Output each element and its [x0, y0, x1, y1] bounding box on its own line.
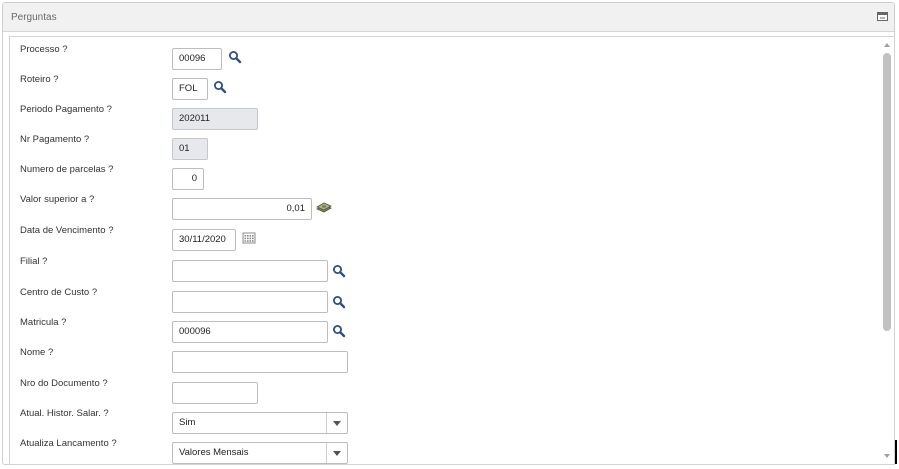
row-numero-parcelas: Numero de parcelas ? 0	[10, 164, 880, 192]
nome-label: Nome ?	[20, 347, 54, 358]
nro-documento-input[interactable]	[172, 382, 258, 404]
roteiro-label: Roteiro ?	[20, 74, 59, 85]
scroll-down-icon[interactable]	[884, 454, 890, 458]
processo-search-icon[interactable]	[228, 50, 242, 64]
roteiro-search-icon[interactable]	[213, 80, 227, 94]
row-matricula: Matricula ? 000096	[10, 317, 880, 345]
row-filial: Filial ?	[10, 256, 880, 284]
atualiza-lancamento-value: Valores Mensais	[179, 447, 249, 458]
centro-custo-search-icon[interactable]	[332, 295, 346, 309]
row-data-vencimento: Data de Vencimento ? 30/11/2020	[10, 225, 880, 253]
atual-histor-salar-value: Sim	[179, 417, 196, 428]
matricula-search-icon[interactable]	[332, 324, 346, 338]
nr-pagamento-label: Nr Pagamento ?	[20, 134, 90, 145]
row-periodo-pagamento: Periodo Pagamento ? 202011	[10, 104, 880, 132]
atualiza-lancamento-label: Atualiza Lancamento ?	[20, 438, 117, 449]
row-nr-pagamento: Nr Pagamento ? 01	[10, 134, 880, 162]
chevron-down-icon[interactable]	[326, 443, 347, 463]
atualiza-lancamento-select[interactable]: Valores Mensais	[172, 442, 348, 464]
row-valor-superior: Valor superior a ? 0,01	[10, 194, 880, 222]
processo-input[interactable]: 00096	[172, 48, 222, 70]
row-roteiro: Roteiro ? FOL	[10, 74, 880, 102]
atual-histor-salar-label: Atual. Histor. Salar. ?	[20, 408, 109, 419]
calendar-icon[interactable]	[242, 231, 256, 245]
periodo-pagamento-label: Periodo Pagamento ?	[20, 104, 112, 115]
filial-input[interactable]	[172, 260, 328, 282]
nro-documento-label: Nro do Documento ?	[20, 378, 108, 389]
atual-histor-salar-select[interactable]: Sim	[172, 412, 348, 434]
row-nome: Nome ?	[10, 347, 880, 375]
panel-header: Perguntas	[3, 3, 894, 32]
data-vencimento-input[interactable]: 30/11/2020	[172, 229, 236, 251]
matricula-label: Matricula ?	[20, 317, 67, 328]
chevron-down-icon[interactable]	[326, 413, 347, 433]
scroll-up-icon[interactable]	[884, 43, 890, 47]
perguntas-panel: Perguntas Processo ? 00096 Roteiro ? FOL	[2, 2, 895, 465]
valor-superior-input[interactable]: 0,01	[172, 198, 312, 220]
row-atual-histor-salar: Atual. Histor. Salar. ? Sim	[10, 408, 880, 436]
money-icon[interactable]	[316, 200, 332, 214]
roteiro-input[interactable]: FOL	[172, 78, 208, 100]
text-cursor	[895, 440, 897, 464]
row-processo: Processo ? 00096	[10, 44, 880, 72]
centro-custo-label: Centro de Custo ?	[20, 287, 98, 298]
centro-custo-input[interactable]	[172, 291, 328, 313]
valor-superior-label: Valor superior a ?	[20, 194, 95, 205]
data-vencimento-label: Data de Vencimento ?	[20, 225, 114, 236]
filial-label: Filial ?	[20, 256, 48, 267]
row-atualiza-lancamento: Atualiza Lancamento ? Valores Mensais	[10, 438, 880, 464]
collapse-panel-icon[interactable]	[877, 12, 888, 21]
numero-parcelas-input[interactable]: 0	[172, 168, 204, 190]
periodo-pagamento-input: 202011	[172, 108, 258, 130]
vertical-scrollbar[interactable]	[881, 37, 893, 464]
matricula-input[interactable]: 000096	[172, 321, 328, 343]
panel-title: Perguntas	[11, 12, 57, 23]
nome-input[interactable]	[172, 351, 348, 373]
numero-parcelas-label: Numero de parcelas ?	[20, 164, 114, 175]
nr-pagamento-input: 01	[172, 138, 208, 160]
processo-label: Processo ?	[20, 44, 68, 55]
scrollbar-thumb[interactable]	[883, 53, 891, 331]
row-centro-custo: Centro de Custo ?	[10, 287, 880, 315]
filial-search-icon[interactable]	[332, 264, 346, 278]
questions-form: Processo ? 00096 Roteiro ? FOL Periodo P…	[9, 36, 895, 465]
row-nro-documento: Nro do Documento ?	[10, 378, 880, 406]
